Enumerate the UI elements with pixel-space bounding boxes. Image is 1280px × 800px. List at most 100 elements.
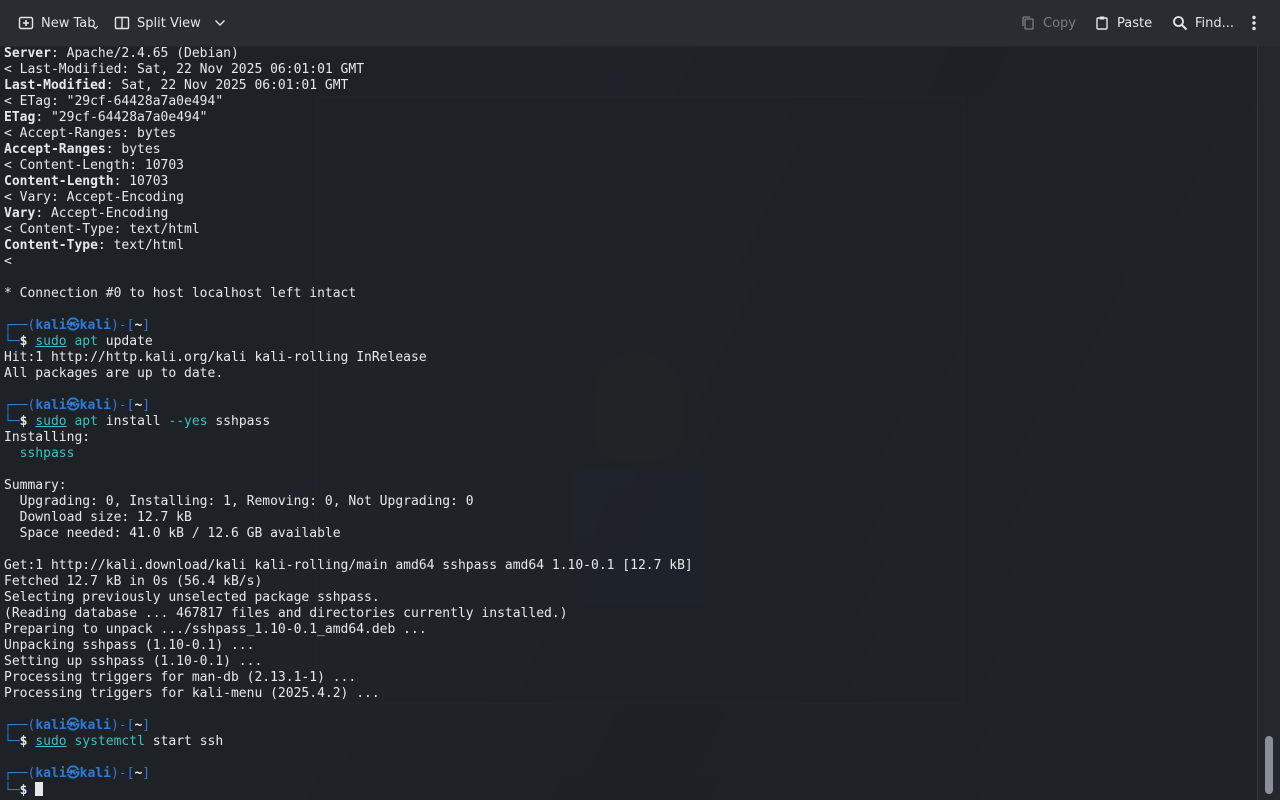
prompt-user: kali [35, 318, 67, 333]
search-icon [1172, 15, 1188, 31]
prompt-host: kali [79, 766, 111, 781]
prompt-user: kali [35, 766, 67, 781]
new-tab-label: New Tab [41, 15, 96, 31]
copy-button[interactable]: Copy [1014, 8, 1082, 38]
header-value: : Accept-Encoding [35, 206, 169, 221]
terminal-toolbar: New Tab Split View Copy Paste Find... [0, 0, 1280, 47]
terminal-line: Upgrading: 0, Installing: 1, Removing: 0… [4, 494, 474, 509]
header-value: : "29cf-64428a7a0e494" [35, 110, 208, 125]
terminal-line: Setting up sshpass (1.10-0.1) ... [4, 654, 263, 669]
terminal-line: Processing triggers for man-db (2.13.1-1… [4, 670, 357, 685]
header-value: : 10703 [113, 174, 169, 189]
copy-icon [1020, 15, 1036, 31]
terminal-line: < Content-Type: text/html [4, 222, 200, 237]
copy-label: Copy [1043, 15, 1076, 31]
prompt-user: kali [35, 398, 67, 413]
terminal-line: < Content-Length: 10703 [4, 158, 185, 173]
header-key: Accept-Ranges [4, 142, 106, 157]
header-value: : bytes [105, 142, 161, 157]
command-args: start ssh [144, 734, 224, 749]
new-tab-dropdown-icon [92, 25, 99, 30]
command-line: └─$ [4, 782, 1254, 798]
prompt-line: ┌──(kali㉿kali)-[~] [4, 398, 151, 413]
command-args: install [97, 414, 169, 429]
split-view-icon [114, 15, 130, 31]
split-view-label: Split View [137, 15, 201, 31]
command-sudo: sudo [35, 334, 67, 349]
terminal-line: Last-Modified: Sat, 22 Nov 2025 06:01:01… [4, 78, 1254, 94]
terminal-line: Installing: [4, 430, 91, 445]
command-args: sshpass [207, 414, 271, 429]
terminal-line: Accept-Ranges: bytes [4, 142, 1254, 158]
terminal-line: All packages are up to date. [4, 366, 224, 381]
chevron-down-icon [214, 19, 226, 27]
find-label: Find... [1195, 15, 1235, 31]
command-line: └─$ sudo systemctl start ssh [4, 734, 224, 749]
terminal-line: Content-Length: 10703 [4, 174, 1254, 190]
new-tab-icon [18, 15, 34, 31]
prompt-user: kali [35, 718, 67, 733]
prompt-line: ┌──(kali㉿kali)-[~] [4, 318, 151, 333]
find-button[interactable]: Find... [1166, 8, 1240, 38]
terminal-line: Content-Type: text/html [4, 238, 1254, 254]
new-tab-button[interactable]: New Tab [12, 8, 102, 38]
terminal-line: sshpass [4, 446, 1254, 462]
command-line: └─$ sudo apt update [4, 334, 153, 349]
command-args: update [97, 334, 153, 349]
header-key: Last-Modified [4, 78, 106, 93]
terminal-scrollbar[interactable] [1257, 46, 1280, 800]
paste-icon [1094, 15, 1110, 31]
paste-button[interactable]: Paste [1088, 8, 1158, 38]
terminal-line: Processing triggers for kali-menu (2025.… [4, 686, 380, 701]
header-key: ETag [4, 110, 36, 125]
scrollbar-thumb[interactable] [1265, 736, 1273, 794]
header-value: : Apache/2.4.65 (Debian) [50, 46, 239, 61]
terminal-line: Selecting previously unselected package … [4, 590, 380, 605]
terminal-line: < Last-Modified: Sat, 22 Nov 2025 06:01:… [4, 62, 365, 77]
terminal-line: < [4, 254, 12, 269]
hamburger-menu-button[interactable] [1246, 8, 1262, 38]
command-line: └─$ sudo apt install --yes sshpass [4, 414, 271, 429]
prompt-line: ┌──(kali㉿kali)-[~] [4, 766, 151, 781]
header-value: : Sat, 22 Nov 2025 06:01:01 GMT [105, 78, 349, 93]
terminal-line: Vary: Accept-Encoding [4, 206, 1254, 222]
terminal-line: Download size: 12.7 kB [4, 510, 192, 525]
terminal-line: ETag: "29cf-64428a7a0e494" [4, 110, 1254, 126]
terminal-line: < Accept-Ranges: bytes [4, 126, 177, 141]
terminal-line: Hit:1 http://http.kali.org/kali kali-rol… [4, 350, 427, 365]
terminal-line: < ETag: "29cf-64428a7a0e494" [4, 94, 224, 109]
terminal-line: Space needed: 41.0 kB / 12.6 GB availabl… [4, 526, 341, 541]
terminal-line: Fetched 12.7 kB in 0s (56.4 kB/s) [4, 574, 263, 589]
command-sudo: sudo [35, 734, 67, 749]
header-key: Vary [4, 206, 36, 221]
header-value: : text/html [97, 238, 185, 253]
terminal-line: Summary: [4, 478, 67, 493]
split-view-button[interactable]: Split View [108, 8, 232, 38]
terminal-line: Preparing to unpack .../sshpass_1.10-0.1… [4, 622, 427, 637]
terminal-line: Get:1 http://kali.download/kali kali-rol… [4, 558, 693, 573]
prompt-line: ┌──(kali㉿kali)-[~] [4, 718, 151, 733]
command-option: --yes [168, 414, 208, 429]
header-key: Content-Type [4, 238, 98, 253]
terminal-output[interactable]: Server: Apache/2.4.65 (Debian) < Last-Mod… [0, 46, 1258, 800]
package-name: sshpass [4, 446, 75, 461]
command-sudo: sudo [35, 414, 67, 429]
header-key: Server [4, 46, 51, 61]
command-name: apt [74, 414, 98, 429]
terminal-line: (Reading database ... 467817 files and d… [4, 606, 568, 621]
command-name: apt [74, 334, 98, 349]
kebab-menu-icon [1252, 15, 1256, 31]
prompt-host: kali [79, 398, 111, 413]
terminal-line: Server: Apache/2.4.65 (Debian) [4, 46, 1254, 62]
terminal-line: < Vary: Accept-Encoding [4, 190, 185, 205]
header-key: Content-Length [4, 174, 114, 189]
terminal-line: Unpacking sshpass (1.10-0.1) ... [4, 638, 255, 653]
text-cursor [35, 782, 44, 796]
